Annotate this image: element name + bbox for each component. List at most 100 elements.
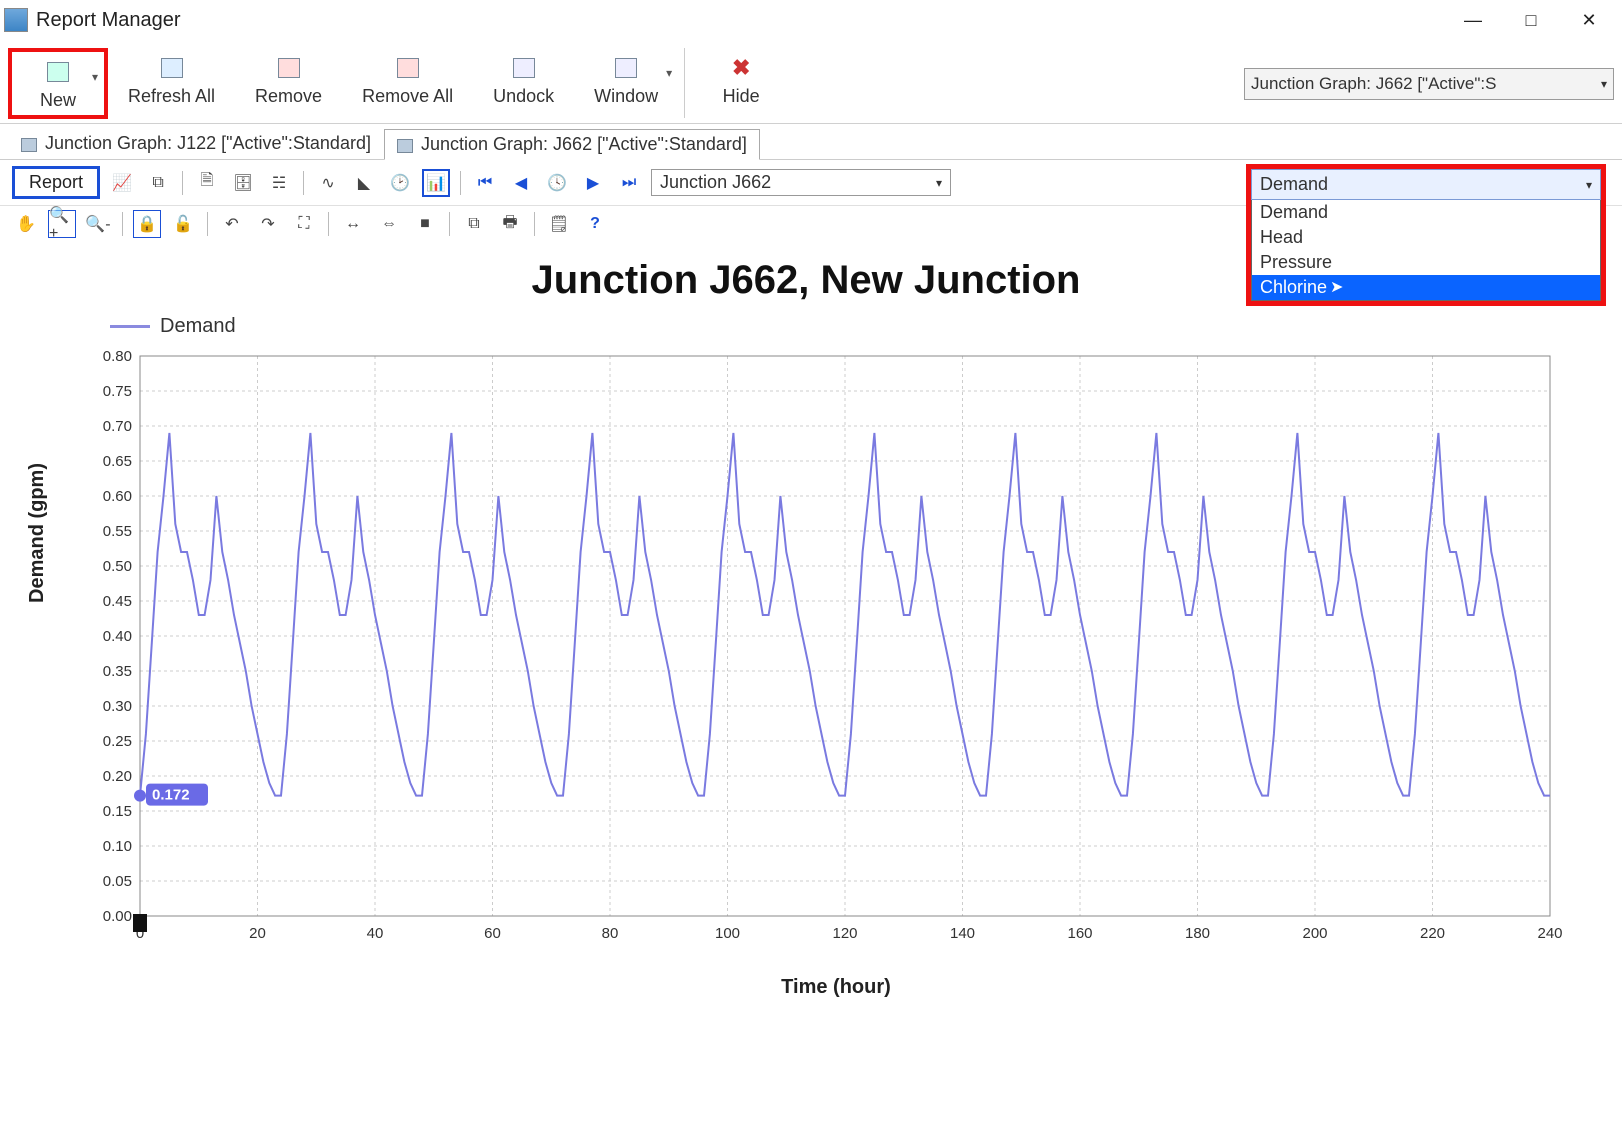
close-button[interactable]: ✕ bbox=[1560, 0, 1618, 40]
parameter-dropdown: Demand ▾ Demand Head Pressure Chlorine ➤ bbox=[1246, 164, 1606, 306]
svg-text:0.30: 0.30 bbox=[103, 698, 132, 715]
y-axis-label: Demand (gpm) bbox=[26, 463, 49, 603]
svg-text:0.75: 0.75 bbox=[103, 383, 132, 400]
minimize-button[interactable]: — bbox=[1444, 0, 1502, 40]
data-export-icon[interactable]: 🗄 bbox=[229, 169, 257, 197]
clock-icon[interactable]: 🕑 bbox=[386, 169, 414, 197]
separator bbox=[534, 212, 535, 236]
svg-text:100: 100 bbox=[715, 925, 740, 942]
parameter-selected-text: Demand bbox=[1260, 174, 1328, 195]
help-icon[interactable]: ? bbox=[581, 210, 609, 238]
next-icon[interactable]: ▶ bbox=[579, 169, 607, 197]
hide-icon: ✖ bbox=[727, 56, 755, 80]
curve-icon[interactable]: ∿ bbox=[314, 169, 342, 197]
plot-wrap: Demand (gpm) 0.000.050.100.150.200.250.3… bbox=[70, 346, 1602, 999]
time-step-icon[interactable]: 🕓 bbox=[543, 169, 571, 197]
last-icon[interactable]: ⏭ bbox=[615, 169, 643, 197]
copy-icon[interactable]: ⧉ bbox=[144, 169, 172, 197]
separator bbox=[449, 212, 450, 236]
settings-icon[interactable]: ☵ bbox=[265, 169, 293, 197]
svg-text:60: 60 bbox=[484, 925, 501, 942]
svg-text:0.40: 0.40 bbox=[103, 628, 132, 645]
print-icon[interactable]: 🖶 bbox=[496, 210, 524, 238]
chart-area: Junction J662, New Junction Demand Deman… bbox=[0, 242, 1622, 1009]
parameter-select[interactable]: Demand ▾ bbox=[1251, 169, 1601, 200]
chart-icon bbox=[397, 137, 415, 153]
refresh-all-button[interactable]: Refresh All bbox=[108, 48, 235, 111]
collapse-h-icon[interactable]: ⇔ bbox=[375, 210, 403, 238]
remove-all-icon bbox=[394, 56, 422, 80]
cursor-icon: ➤ bbox=[1330, 277, 1343, 297]
unlock-axis-icon[interactable]: 🔓 bbox=[169, 210, 197, 238]
removeall-label: Remove All bbox=[362, 86, 453, 107]
area-icon[interactable]: ◣ bbox=[350, 169, 378, 197]
first-icon[interactable]: ⏮ bbox=[471, 169, 499, 197]
separator bbox=[460, 171, 461, 195]
remove-button[interactable]: Remove bbox=[235, 48, 342, 111]
graph-selector-text: Junction Graph: J662 ["Active":S bbox=[1251, 74, 1496, 94]
zoom-out-icon[interactable]: 🔍- bbox=[84, 210, 112, 238]
option-head[interactable]: Head bbox=[1252, 225, 1600, 250]
svg-text:200: 200 bbox=[1302, 925, 1327, 942]
prev-icon[interactable]: ◀ bbox=[507, 169, 535, 197]
hide-label: Hide bbox=[723, 86, 760, 107]
svg-text:0.80: 0.80 bbox=[103, 348, 132, 365]
option-chlorine-text: Chlorine bbox=[1260, 277, 1327, 297]
new-button[interactable]: New ▾ bbox=[8, 48, 108, 119]
tab-label: Junction Graph: J662 ["Active":Standard] bbox=[421, 134, 747, 155]
separator bbox=[303, 171, 304, 195]
graph-selector-combo[interactable]: Junction Graph: J662 ["Active":S ▾ bbox=[1244, 68, 1614, 100]
refresh-icon bbox=[158, 56, 186, 80]
fit-icon[interactable]: ⛶ bbox=[290, 210, 318, 238]
tab-label: Junction Graph: J122 ["Active":Standard] bbox=[45, 133, 371, 154]
svg-text:0.15: 0.15 bbox=[103, 803, 132, 820]
chart-legend: Demand bbox=[110, 315, 1602, 338]
separator bbox=[207, 212, 208, 236]
svg-text:0.70: 0.70 bbox=[103, 418, 132, 435]
report-button[interactable]: Report bbox=[12, 166, 100, 199]
pan-icon[interactable]: ✋ bbox=[12, 210, 40, 238]
lock-axis-icon[interactable]: 🔒 bbox=[133, 210, 161, 238]
ribbon-toolbar: New ▾ Refresh All Remove Remove All Undo… bbox=[0, 40, 1622, 124]
undo-icon[interactable]: ↶ bbox=[218, 210, 246, 238]
titlebar: Report Manager — □ ✕ bbox=[0, 0, 1622, 40]
window-button[interactable]: Window ▾ bbox=[574, 48, 678, 111]
option-demand[interactable]: Demand bbox=[1252, 200, 1600, 225]
option-chlorine[interactable]: Chlorine ➤ bbox=[1252, 275, 1600, 300]
remove-all-button[interactable]: Remove All bbox=[342, 48, 473, 111]
legend-label: Demand bbox=[160, 315, 236, 338]
svg-text:40: 40 bbox=[367, 925, 384, 942]
option-pressure[interactable]: Pressure bbox=[1252, 250, 1600, 275]
svg-text:160: 160 bbox=[1067, 925, 1092, 942]
line-chart-icon[interactable]: 📈 bbox=[108, 169, 136, 197]
junction-combo[interactable]: Junction J662 ▾ bbox=[651, 169, 951, 196]
expand-h-icon[interactable]: ↔ bbox=[339, 210, 367, 238]
stop-icon[interactable]: ■ bbox=[411, 210, 439, 238]
tab-j662[interactable]: Junction Graph: J662 ["Active":Standard] bbox=[384, 129, 760, 160]
undock-button[interactable]: Undock bbox=[473, 48, 574, 111]
hide-button[interactable]: ✖ Hide bbox=[691, 48, 791, 111]
separator bbox=[182, 171, 183, 195]
svg-text:0.25: 0.25 bbox=[103, 733, 132, 750]
junction-combo-text: Junction J662 bbox=[660, 172, 771, 193]
export-icon[interactable]: 🗎 bbox=[193, 169, 221, 197]
chevron-down-icon: ▾ bbox=[936, 176, 942, 190]
refresh-label: Refresh All bbox=[128, 86, 215, 107]
remove-icon bbox=[275, 56, 303, 80]
svg-text:0.60: 0.60 bbox=[103, 488, 132, 505]
copy-chart-icon[interactable]: ⧉ bbox=[460, 210, 488, 238]
tab-j122[interactable]: Junction Graph: J122 ["Active":Standard] bbox=[8, 128, 384, 159]
svg-text:240: 240 bbox=[1537, 925, 1562, 942]
notes-icon[interactable]: 🗒 bbox=[545, 210, 573, 238]
legend-line-icon bbox=[110, 325, 150, 328]
parameter-options-list: Demand Head Pressure Chlorine ➤ bbox=[1251, 200, 1601, 301]
svg-text:140: 140 bbox=[950, 925, 975, 942]
redo-icon[interactable]: ↷ bbox=[254, 210, 282, 238]
x-axis-label: Time (hour) bbox=[70, 976, 1602, 999]
highlight-chart-icon[interactable]: 📊 bbox=[422, 169, 450, 197]
separator bbox=[684, 48, 685, 118]
chart-toolbar: Report 📈 ⧉ 🗎 🗄 ☵ ∿ ◣ 🕑 📊 ⏮ ◀ 🕓 ▶ ⏭ Junct… bbox=[0, 160, 1622, 206]
svg-text:0.05: 0.05 bbox=[103, 873, 132, 890]
maximize-button[interactable]: □ bbox=[1502, 0, 1560, 40]
zoom-in-icon[interactable]: 🔍+ bbox=[48, 210, 76, 238]
